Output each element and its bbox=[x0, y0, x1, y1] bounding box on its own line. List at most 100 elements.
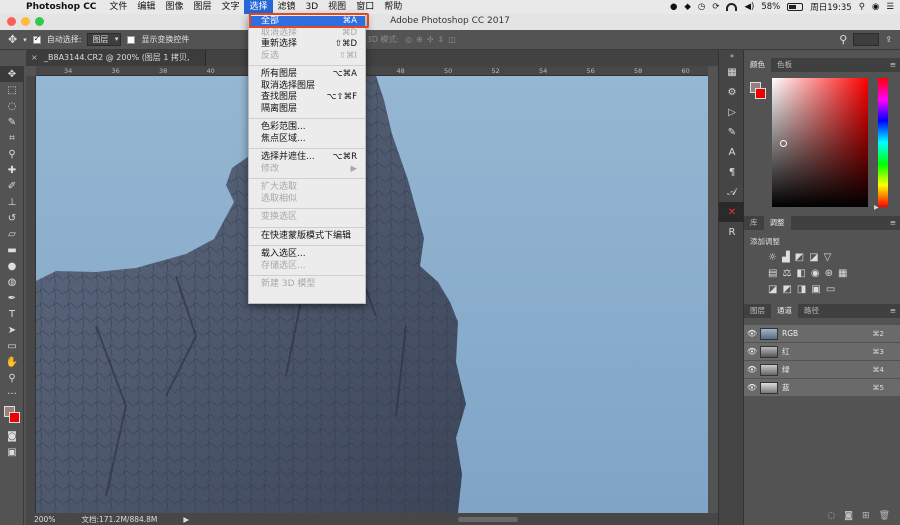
share-icon[interactable]: ⇪ bbox=[885, 35, 900, 44]
clone-stamp-tool-icon[interactable]: ⊥ bbox=[0, 194, 24, 210]
tab-layers[interactable]: 图层 bbox=[744, 304, 771, 318]
brush-presets-icon[interactable]: ✎ bbox=[719, 122, 745, 142]
color-picker-field[interactable] bbox=[772, 78, 868, 207]
marquee-tool-icon[interactable]: ⬚ bbox=[0, 82, 24, 98]
status-arrow-icon[interactable]: ▶ bbox=[183, 515, 189, 524]
quick-select-tool-icon[interactable]: ✎ bbox=[0, 114, 24, 130]
blur-tool-icon[interactable]: ● bbox=[0, 258, 24, 274]
adjust-panel-menu-icon[interactable]: ≡ bbox=[890, 216, 900, 230]
hue-slider-handle[interactable]: ▶ bbox=[874, 204, 879, 211]
black-white-icon[interactable]: ◧ bbox=[796, 268, 805, 279]
character-panel-icon[interactable]: A bbox=[719, 142, 745, 162]
3d-mode-icons[interactable]: ◎⊕✣⇕◫ bbox=[405, 35, 460, 44]
select-menu-item[interactable]: 查找图层 ⌥⇧⌘F bbox=[249, 92, 365, 104]
tab-libraries[interactable]: 库 bbox=[744, 216, 764, 230]
visibility-eye-icon[interactable]: 👁 bbox=[744, 383, 760, 392]
select-menu-item[interactable]: 色彩范围... bbox=[249, 122, 365, 134]
wifi-icon[interactable] bbox=[726, 3, 738, 11]
menu-type[interactable]: 文字 bbox=[216, 0, 244, 14]
close-tab-icon[interactable]: × bbox=[31, 50, 38, 66]
menu-window[interactable]: 窗口 bbox=[351, 0, 379, 14]
zoom-level[interactable]: 200% bbox=[34, 515, 55, 524]
brush-tool-icon[interactable]: ✐ bbox=[0, 178, 24, 194]
select-menu-item[interactable]: 隔离图层 bbox=[249, 104, 365, 116]
glyphs-panel-icon[interactable]: 𝒜 bbox=[719, 182, 745, 202]
wechat-icon[interactable]: ● bbox=[670, 2, 677, 12]
screen-mode-icon[interactable]: ▣ bbox=[0, 444, 24, 460]
gradient-map-icon[interactable]: ▭ bbox=[826, 284, 835, 295]
more-tools-icon[interactable]: ··· bbox=[0, 386, 24, 402]
history-panel-icon[interactable]: ▦ bbox=[719, 62, 745, 82]
dropbox-icon[interactable]: ◆ bbox=[684, 2, 691, 12]
delete-channel-icon[interactable]: 🗑 bbox=[879, 511, 890, 521]
history-brush-tool-icon[interactable]: ↺ bbox=[0, 210, 24, 226]
crop-tool-icon[interactable]: ⌗ bbox=[0, 130, 24, 146]
pen-tool-icon[interactable]: ✒ bbox=[0, 290, 24, 306]
panel-background-swatch[interactable] bbox=[755, 88, 766, 99]
save-selection-channel-icon[interactable]: ◙ bbox=[844, 511, 853, 521]
vibrance-icon[interactable]: ▽ bbox=[824, 252, 832, 263]
layers-panel-menu-icon[interactable]: ≡ bbox=[890, 304, 900, 318]
menu-filter[interactable]: 滤镜 bbox=[273, 0, 301, 14]
siri-icon[interactable]: ◉ bbox=[872, 2, 879, 12]
move-tool-icon[interactable]: ✥ bbox=[0, 66, 24, 82]
extension-panel-icon[interactable]: R bbox=[719, 222, 745, 242]
battery-icon[interactable] bbox=[787, 3, 804, 11]
select-menu-item[interactable]: 载入选区... bbox=[249, 249, 365, 261]
type-tool-icon[interactable]: T bbox=[0, 306, 24, 322]
path-select-tool-icon[interactable]: ➤ bbox=[0, 322, 24, 338]
select-menu-item[interactable]: 焦点区域... bbox=[249, 134, 365, 146]
healing-brush-tool-icon[interactable]: ✚ bbox=[0, 162, 24, 178]
show-transform-checkbox[interactable] bbox=[127, 35, 136, 44]
color-picker-cursor[interactable] bbox=[780, 140, 787, 147]
channel-row-blue[interactable]: 👁 蓝 ⌘5 bbox=[744, 379, 900, 396]
select-menu-item[interactable]: 取消选择图层 bbox=[249, 81, 365, 93]
visibility-eye-icon[interactable]: 👁 bbox=[744, 347, 760, 356]
color-swatches[interactable] bbox=[0, 402, 23, 428]
select-menu-item[interactable]: 所有图层 ⌥⌘A bbox=[249, 69, 365, 81]
eraser-tool-icon[interactable]: ▱ bbox=[0, 226, 24, 242]
hue-slider[interactable]: ▶ bbox=[874, 78, 888, 211]
posterize-icon[interactable]: ◩ bbox=[782, 284, 791, 295]
app-name-menu[interactable]: Photoshop CC bbox=[22, 2, 104, 12]
actions-panel-icon[interactable]: ▷ bbox=[719, 102, 745, 122]
menu-file[interactable]: 文件 bbox=[104, 0, 132, 14]
tab-swatches[interactable]: 色板 bbox=[771, 58, 798, 72]
channel-row-red[interactable]: 👁 红 ⌘3 bbox=[744, 343, 900, 360]
channel-row-rgb[interactable]: 👁 RGB ⌘2 bbox=[744, 325, 900, 342]
color-panel-menu-icon[interactable]: ≡ bbox=[890, 58, 900, 72]
auto-select-checkbox[interactable] bbox=[32, 34, 41, 44]
document-tab[interactable]: × _B8A3144.CR2 @ 200% (图层 1 拷贝, RGB/16*)… bbox=[26, 50, 206, 78]
lasso-tool-icon[interactable]: ◌ bbox=[0, 98, 24, 114]
menu-image[interactable]: 图像 bbox=[160, 0, 188, 14]
menu-select[interactable]: 选择 bbox=[244, 0, 273, 14]
dock-collapse-icon[interactable]: » bbox=[719, 50, 745, 62]
color-balance-icon[interactable]: ⚖ bbox=[782, 268, 791, 279]
gradient-tool-icon[interactable]: ▬ bbox=[0, 242, 24, 258]
visibility-eye-icon[interactable]: 👁 bbox=[744, 329, 760, 338]
tab-channels[interactable]: 通道 bbox=[771, 304, 798, 318]
document-canvas[interactable] bbox=[36, 76, 708, 513]
load-channel-selection-icon[interactable]: ◌ bbox=[827, 511, 835, 521]
tab-paths[interactable]: 路径 bbox=[798, 304, 825, 318]
eyedropper-tool-icon[interactable]: ⚲ bbox=[0, 146, 24, 162]
channel-row-green[interactable]: 👁 绿 ⌘4 bbox=[744, 361, 900, 378]
tab-adjustments[interactable]: 调整 bbox=[763, 216, 791, 230]
search-icon[interactable]: ⚲ bbox=[839, 33, 847, 46]
rectangle-tool-icon[interactable]: ▭ bbox=[0, 338, 24, 354]
brightness-contrast-icon[interactable]: ☼ bbox=[768, 252, 777, 263]
tool-presets-icon[interactable]: ✕ bbox=[719, 202, 745, 222]
workspace-switcher-icon[interactable] bbox=[853, 33, 880, 46]
channel-mixer-icon[interactable]: ⊛ bbox=[825, 268, 833, 279]
menu-layer[interactable]: 图层 bbox=[188, 0, 216, 14]
menubar-clock[interactable]: 周日19:35 bbox=[810, 1, 852, 13]
zoom-tool-icon[interactable]: ⚲ bbox=[0, 370, 24, 386]
select-menu-item[interactable]: 在快速蒙版模式下编辑 bbox=[249, 231, 365, 243]
sync-icon[interactable]: ⟳ bbox=[712, 2, 719, 12]
notification-center-icon[interactable]: ☰ bbox=[886, 2, 894, 12]
photo-filter-icon[interactable]: ◉ bbox=[811, 268, 820, 279]
quick-mask-icon[interactable]: ◙ bbox=[0, 428, 24, 444]
selective-color-icon[interactable]: ▣ bbox=[811, 284, 820, 295]
tab-color[interactable]: 颜色 bbox=[744, 58, 771, 72]
exposure-icon[interactable]: ◪ bbox=[809, 252, 818, 263]
